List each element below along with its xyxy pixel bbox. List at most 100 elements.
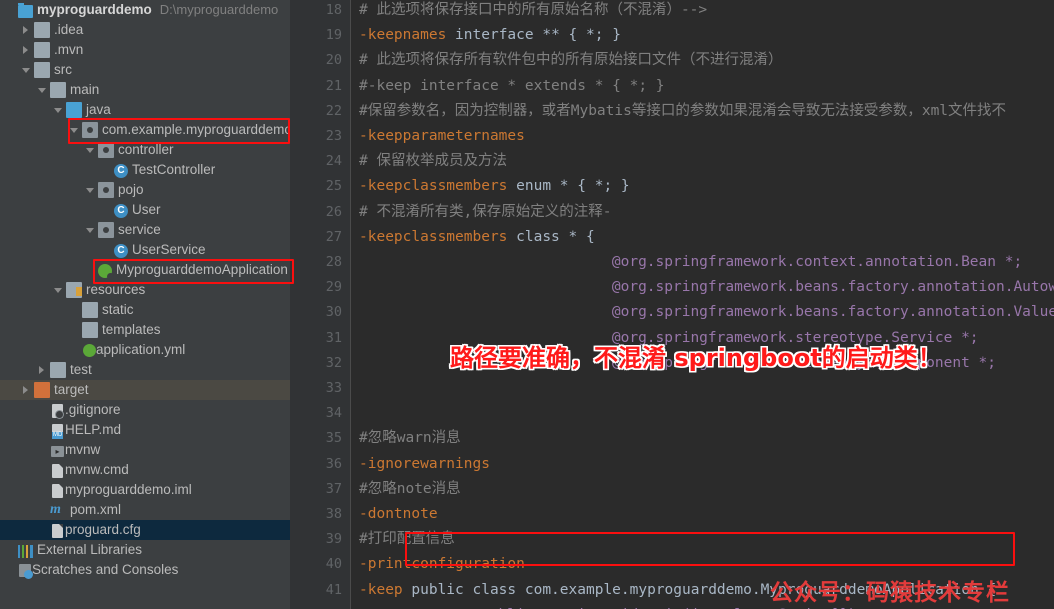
tree-item-userservice[interactable]: C UserService [0,240,290,260]
tree-item-idea[interactable]: .idea [0,20,290,40]
line-number: 36 [325,455,342,472]
tree-item-label: static [102,302,134,317]
chevron-down-icon[interactable] [86,186,95,195]
chevron-right-icon[interactable] [22,25,31,35]
code-line[interactable]: #忽略warn消息 [359,426,461,451]
tree-item-scratches-and-consoles[interactable]: Scratches and Consoles [0,560,290,580]
gitignore-file-icon [52,403,64,419]
chevron-down-icon[interactable] [86,226,95,235]
code-line[interactable]: @org.springframework.beans.factory.annot… [612,300,1054,325]
scratches-icon [19,563,33,579]
folder-icon [50,362,66,378]
tree-item-templates[interactable]: templates [0,320,290,340]
chevron-down-icon[interactable] [70,126,79,135]
code-line[interactable]: #保留参数名，因为控制器，或者Mybatis等接口的参数如果混淆会导致无法接受参… [359,99,1006,124]
line-number: 22 [325,102,342,119]
code-line[interactable]: # 此选项将保存接口中的所有原始名称（不混淆）--> [359,0,707,23]
code-line[interactable]: #忽略note消息 [359,477,461,502]
tree-item-label: .idea [54,22,84,37]
tree-item-mvnw[interactable]: ▸ mvnw [0,440,290,460]
tree-item-label: .gitignore [65,402,121,417]
folder-icon [82,322,98,338]
tree-item-resources[interactable]: resources [0,280,290,300]
tree-item-help-md[interactable]: HELP.md [0,420,290,440]
line-number: 37 [325,480,342,497]
ide-window: myproguarddemo D:\myproguarddemo .idea .mvn… [0,0,1054,609]
tree-item-label: controller [118,142,174,157]
chevron-right-icon[interactable] [38,365,47,375]
code-line[interactable]: @org.springframework.context.annotation.… [612,250,1022,275]
tree-item-controller[interactable]: controller [0,140,290,160]
line-number: 32 [325,354,342,371]
code-line[interactable]: -keepnames interface ** { *; } [359,23,621,48]
tree-item-main[interactable]: main [0,80,290,100]
code-line[interactable]: #-keep interface * extends * { *; } [359,74,665,99]
tree-item-service[interactable]: service [0,220,290,240]
code-line[interactable]: -keepclassmembers enum * { *; } [359,174,630,199]
tree-item-mvnw-cmd[interactable]: mvnw.cmd [0,460,290,480]
tree-item-proguard-cfg[interactable]: proguard.cfg [0,520,290,540]
tree-item-src[interactable]: src [0,60,290,80]
chevron-down-icon[interactable] [54,106,63,115]
tree-item-static[interactable]: static [0,300,290,320]
line-number: 21 [325,77,342,94]
code-line[interactable]: -dontnote [359,502,438,527]
tree-item-target[interactable]: target [0,380,290,400]
watermark-text: 公众号：码猿技术专栏 [770,579,1010,606]
resources-folder-icon [66,282,82,298]
tree-item-test[interactable]: test [0,360,290,380]
tree-item-testcontroller[interactable]: C TestController [0,160,290,180]
tree-item-label: MyproguarddemoApplication [116,262,288,277]
code-line[interactable]: # 此选项将保存所有软件包中的所有原始接口文件（不进行混淆） [359,48,782,73]
java-class-icon: C [114,163,128,178]
tree-item-path: D:\myproguarddemo [159,2,279,17]
code-line[interactable]: -printconfiguration [359,552,525,577]
chevron-down-icon[interactable] [22,66,31,75]
folder-icon [82,302,98,318]
tree-item-pom-xml[interactable]: m pom.xml [0,500,290,520]
tree-item-java[interactable]: java [0,100,290,120]
tree-item-myproguarddemo-iml[interactable]: myproguarddemo.iml [0,480,290,500]
folder-icon [34,22,50,38]
code-line[interactable]: -keepclassmembers class * { [359,225,595,250]
tree-item-pojo[interactable]: pojo [0,180,290,200]
code-line[interactable]: # 保留枚举成员及方法 [359,149,507,174]
editor-code-area[interactable]: # 此选项将保存接口中的所有原始名称（不混淆）--> -keepnames int… [351,0,1054,609]
target-folder-icon [34,382,50,398]
line-number: 35 [325,430,342,447]
chevron-down-icon[interactable] [54,286,63,295]
code-line[interactable]: -ignorewarnings [359,452,490,477]
tree-item-mvn[interactable]: .mvn [0,40,290,60]
code-line[interactable]: -keepparameternames [359,124,525,149]
tree-item-myproguarddemo[interactable]: myproguarddemo D:\myproguarddemo [0,0,290,20]
java-class-icon: C [114,243,128,258]
code-line[interactable]: #打印配置信息 [359,527,455,552]
chevron-down-icon[interactable] [86,146,95,155]
libraries-icon [18,544,33,558]
tree-item-application-yml[interactable]: application.yml [0,340,290,360]
folder-icon [50,82,66,98]
tree-item-user[interactable]: C User [0,200,290,220]
code-line[interactable]: # 不混淆所有类,保存原始定义的注释- [359,200,611,225]
code-editor[interactable]: 18 19 20 21 22 23 24 25 26 27 28 29 30 31 32 33 34 35 36 37… [290,0,1054,609]
chevron-down-icon[interactable] [38,86,47,95]
tree-item-com-example-myproguarddemo[interactable]: com.example.myproguarddemo [0,120,290,140]
tree-item-label: main [70,82,100,97]
tree-item-gitignore[interactable]: .gitignore [0,400,290,420]
project-tree-panel[interactable]: myproguarddemo D:\myproguarddemo .idea .mvn… [0,0,290,609]
tree-item-label: TestController [132,162,216,177]
chevron-right-icon[interactable] [22,45,31,55]
code-line[interactable]: @org.springframework.beans.factory.annot… [612,275,1054,300]
tree-item-myproguarddemoapplication[interactable]: MyproguarddemoApplication [0,260,290,280]
tree-item-external-libraries[interactable]: External Libraries [0,540,290,560]
chevron-right-icon[interactable] [22,385,31,395]
